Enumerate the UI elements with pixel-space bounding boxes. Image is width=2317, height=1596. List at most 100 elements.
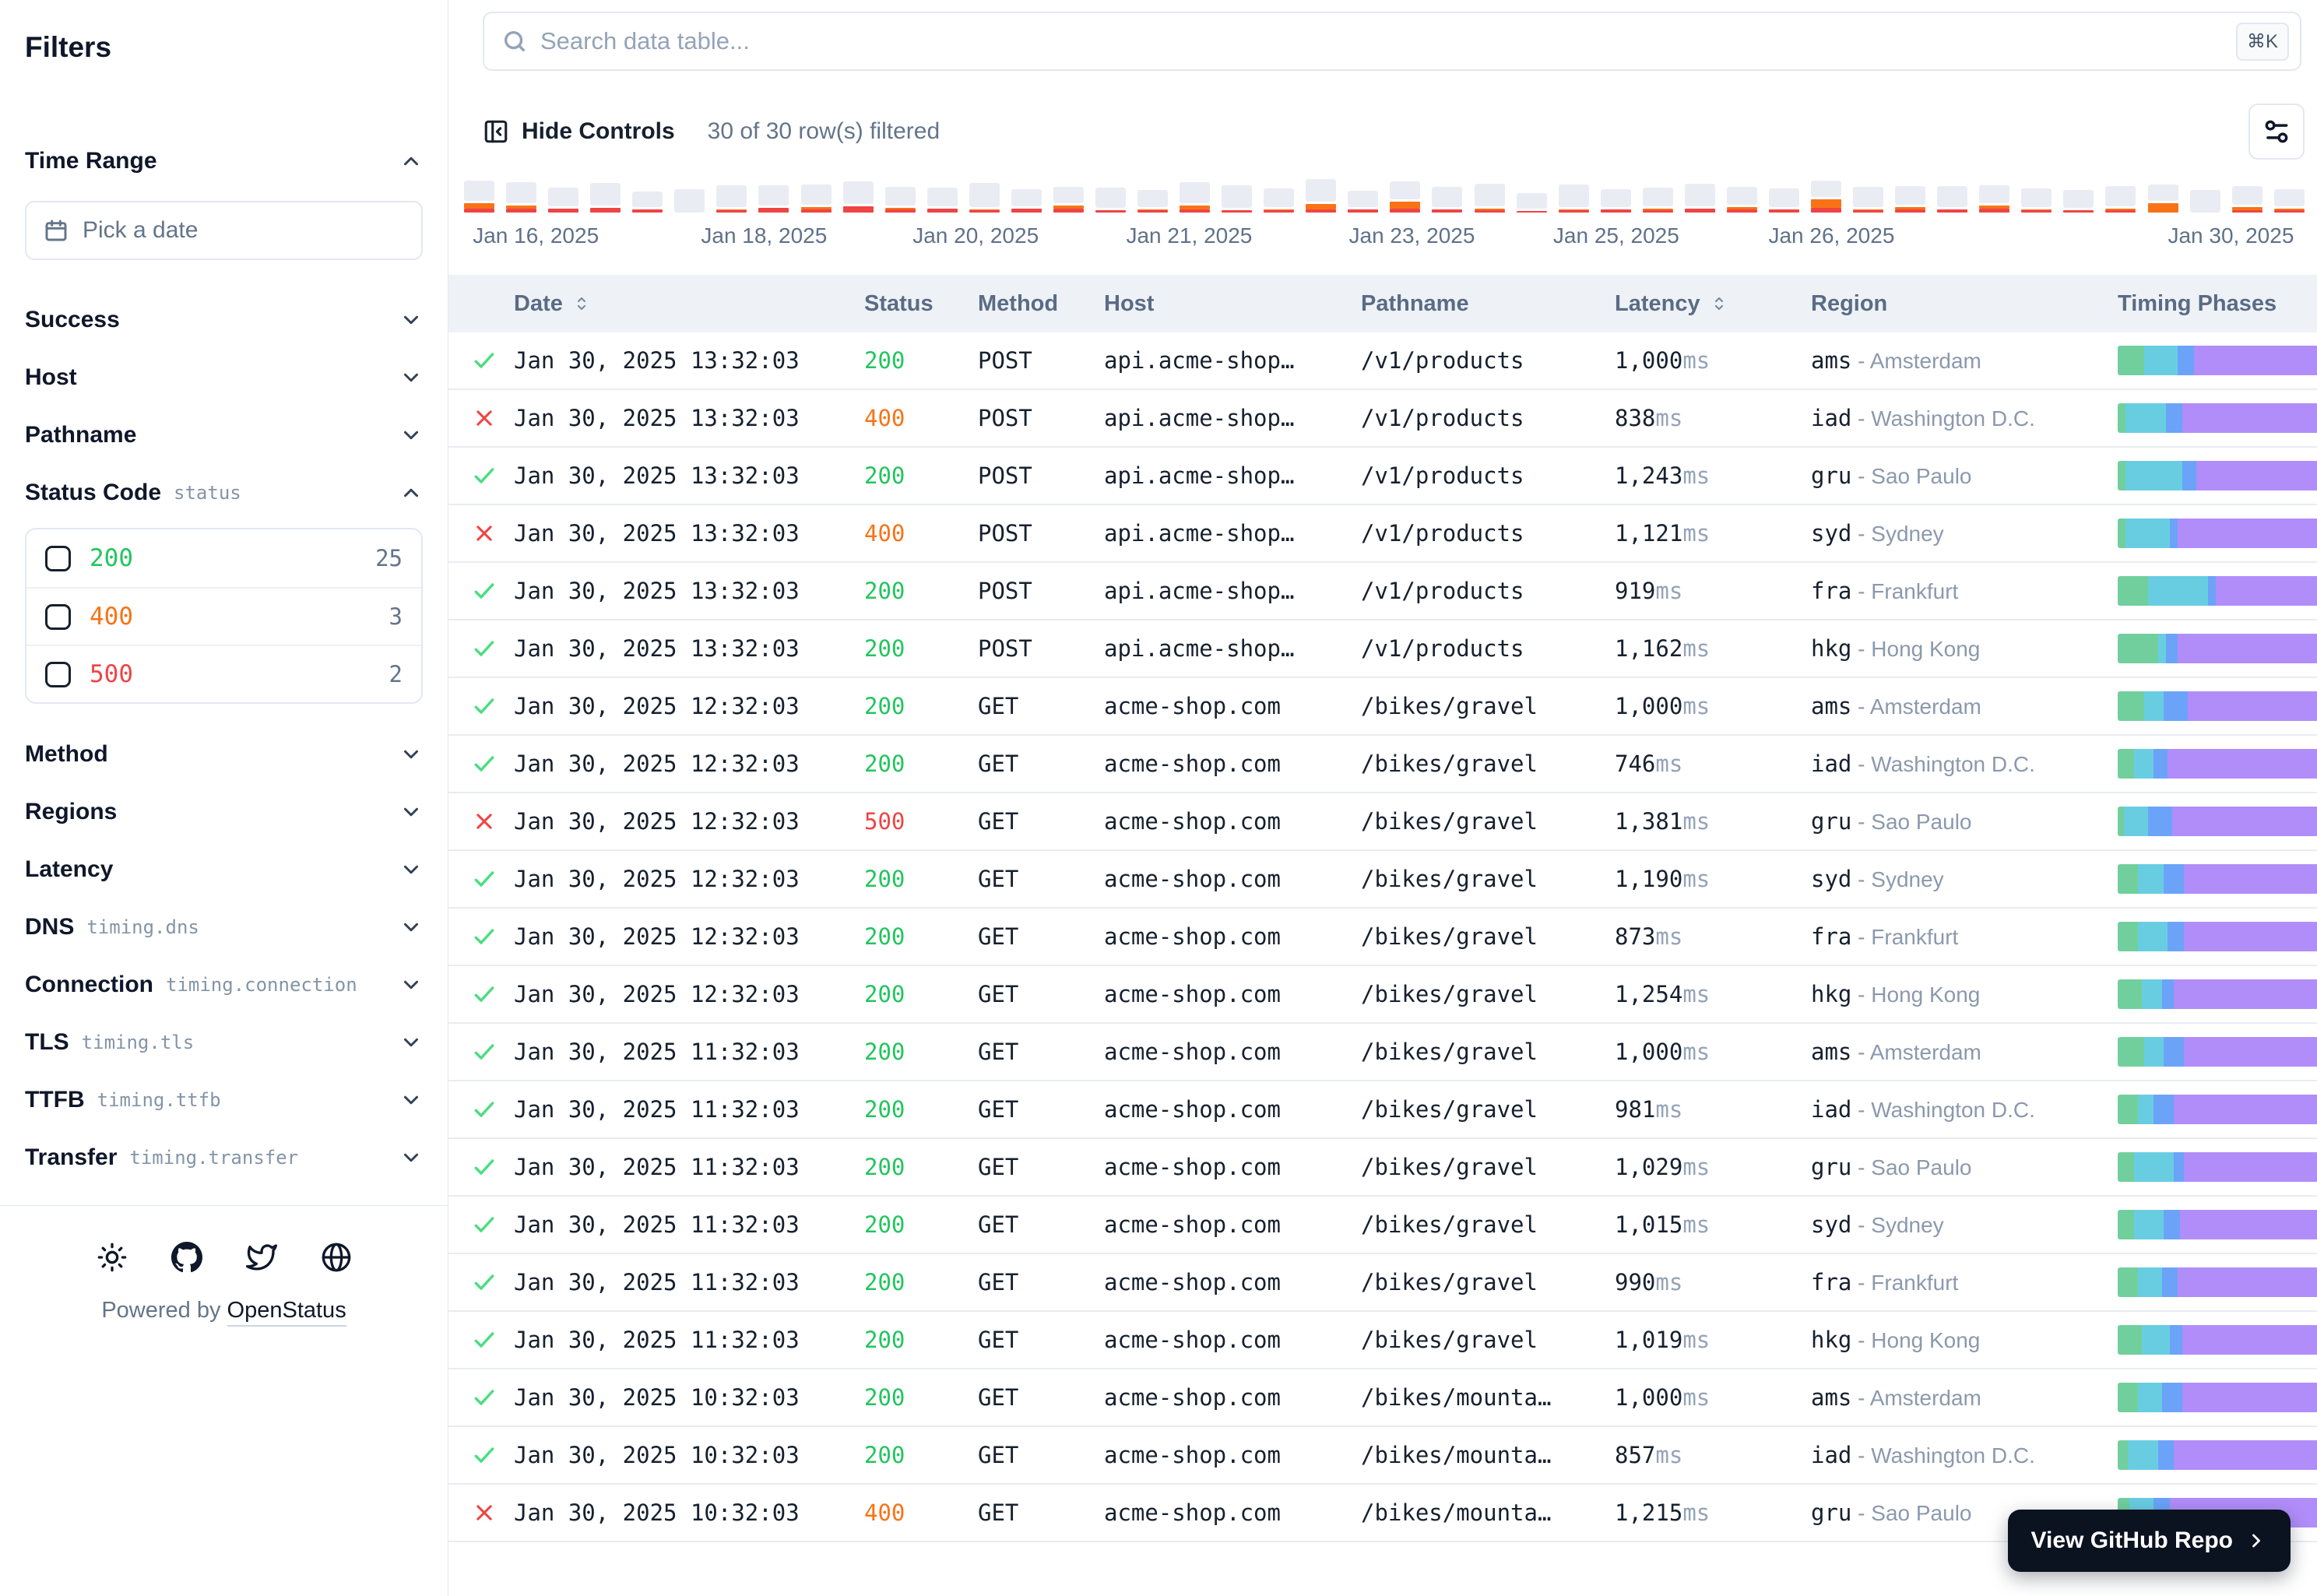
table-row[interactable]: Jan 30, 2025 10:32:03 200 GET acme-shop.…	[448, 1369, 2317, 1427]
website-link[interactable]	[319, 1240, 353, 1274]
twitter-link[interactable]	[244, 1240, 279, 1274]
column-header-latency[interactable]: Latency	[1602, 291, 1798, 317]
bar-error-segment	[758, 208, 789, 213]
timeline-bar[interactable]	[1811, 181, 1841, 213]
filter-section-success[interactable]: Success	[25, 291, 423, 349]
timeline-bar[interactable]	[1643, 188, 1673, 213]
timeline-bar[interactable]	[1137, 190, 1168, 213]
table-row[interactable]: Jan 30, 2025 12:32:03 500 GET acme-shop.…	[448, 793, 2317, 851]
timeline-bar[interactable]	[1895, 186, 1925, 213]
timeline-bar[interactable]	[1517, 193, 1547, 213]
bar-total-segment	[1811, 181, 1841, 197]
filter-section-status-code[interactable]: Status Code status	[25, 464, 423, 522]
checkbox[interactable]	[45, 604, 71, 630]
table-row[interactable]: Jan 30, 2025 11:32:03 200 GET acme-shop.…	[448, 1197, 2317, 1254]
timeline-bar[interactable]	[969, 183, 1000, 213]
table-row[interactable]: Jan 30, 2025 12:32:03 200 GET acme-shop.…	[448, 966, 2317, 1024]
github-button-label: View GitHub Repo	[2031, 1527, 2233, 1554]
timeline-bar[interactable]	[2274, 189, 2305, 213]
timeline-bar[interactable]	[1937, 186, 1967, 213]
timeline-bar[interactable]	[716, 185, 747, 213]
timeline-bar[interactable]	[1264, 188, 1294, 213]
timeline-bar[interactable]	[1053, 187, 1084, 213]
table-row[interactable]: Jan 30, 2025 13:32:03 200 POST api.acme-…	[448, 563, 2317, 620]
timeline-bar[interactable]	[1432, 187, 1462, 213]
search-input[interactable]	[540, 27, 2224, 55]
timeline-bar[interactable]	[632, 192, 663, 213]
filter-section-host[interactable]: Host	[25, 349, 423, 406]
theme-toggle-button[interactable]	[95, 1240, 129, 1274]
status-option-500[interactable]: 500 2	[26, 645, 421, 702]
timeline-bar[interactable]	[464, 181, 494, 213]
filter-section-transfer[interactable]: Transfer timing.transfer	[25, 1129, 423, 1186]
timeline-bar[interactable]	[1011, 189, 1042, 213]
table-row[interactable]: Jan 30, 2025 13:32:03 400 POST api.acme-…	[448, 390, 2317, 448]
table-row[interactable]: Jan 30, 2025 12:32:03 200 GET acme-shop.…	[448, 736, 2317, 793]
timeline-bar[interactable]	[2190, 190, 2220, 213]
filter-section-method[interactable]: Method	[25, 726, 423, 783]
timeline-bar[interactable]	[590, 183, 621, 213]
table-row[interactable]: Jan 30, 2025 11:32:03 200 GET acme-shop.…	[448, 1312, 2317, 1369]
timeline-bar[interactable]	[1727, 187, 1757, 213]
timeline-bar[interactable]	[2148, 185, 2178, 213]
timeline-bar[interactable]	[2232, 186, 2263, 213]
success-check-icon	[472, 1155, 497, 1179]
table-row[interactable]: Jan 30, 2025 13:32:03 400 POST api.acme-…	[448, 505, 2317, 563]
timeline-bar[interactable]	[1685, 184, 1715, 213]
timeline-bar[interactable]	[758, 185, 789, 213]
hide-controls-button[interactable]: Hide Controls	[483, 118, 675, 145]
timeline-bar[interactable]	[2021, 188, 2052, 213]
timeline-bar[interactable]	[927, 188, 958, 213]
timeline-chart[interactable]: Jan 16, 2025Jan 18, 2025Jan 20, 2025Jan …	[448, 160, 2317, 255]
timeline-bar[interactable]	[1559, 185, 1589, 213]
timeline-bar[interactable]	[1390, 181, 1420, 213]
timeline-bar[interactable]	[2105, 186, 2136, 213]
date-picker-button[interactable]: Pick a date	[25, 201, 423, 260]
timeline-bar[interactable]	[1475, 184, 1505, 213]
filter-section-time-range[interactable]: Time Range	[25, 132, 423, 190]
status-option-400[interactable]: 400 3	[26, 587, 421, 645]
timeline-bar[interactable]	[801, 185, 832, 213]
column-header-date[interactable]: Date	[501, 291, 852, 317]
timeline-bar[interactable]	[1853, 187, 1883, 213]
timeline-bar[interactable]	[1222, 185, 1252, 213]
filter-section-latency[interactable]: Latency	[25, 841, 423, 898]
timeline-bar[interactable]	[1769, 188, 1799, 213]
checkbox[interactable]	[45, 546, 71, 571]
filter-section-pathname[interactable]: Pathname	[25, 406, 423, 464]
table-row[interactable]: Jan 30, 2025 13:32:03 200 POST api.acme-…	[448, 620, 2317, 678]
timeline-bar[interactable]	[506, 182, 536, 213]
timeline-bar[interactable]	[1095, 188, 1126, 213]
timeline-bar[interactable]	[1348, 191, 1378, 213]
filter-section-regions[interactable]: Regions	[25, 783, 423, 841]
table-row[interactable]: Jan 30, 2025 11:32:03 200 GET acme-shop.…	[448, 1024, 2317, 1081]
filter-section-ttfb[interactable]: TTFB timing.ttfb	[25, 1071, 423, 1129]
filter-section-tls[interactable]: TLS timing.tls	[25, 1014, 423, 1071]
table-row[interactable]: Jan 30, 2025 11:32:03 200 GET acme-shop.…	[448, 1081, 2317, 1139]
table-row[interactable]: Jan 30, 2025 10:32:03 200 GET acme-shop.…	[448, 1427, 2317, 1485]
view-options-button[interactable]	[2248, 104, 2305, 160]
timeline-bar[interactable]	[885, 187, 916, 213]
table-row[interactable]: Jan 30, 2025 12:32:03 200 GET acme-shop.…	[448, 678, 2317, 736]
table-row[interactable]: Jan 30, 2025 11:32:03 200 GET acme-shop.…	[448, 1139, 2317, 1197]
view-github-repo-button[interactable]: View GitHub Repo	[2008, 1510, 2291, 1572]
github-link[interactable]	[170, 1240, 204, 1274]
timeline-bar[interactable]	[2063, 190, 2094, 213]
table-row[interactable]: Jan 30, 2025 12:32:03 200 GET acme-shop.…	[448, 851, 2317, 909]
filter-section-dns[interactable]: DNS timing.dns	[25, 898, 423, 956]
timeline-bar[interactable]	[843, 181, 874, 213]
table-row[interactable]: Jan 30, 2025 13:32:03 200 POST api.acme-…	[448, 448, 2317, 505]
timeline-bar[interactable]	[1306, 179, 1336, 213]
openstatus-link[interactable]: OpenStatus	[227, 1298, 346, 1327]
status-option-200[interactable]: 200 25	[26, 529, 421, 587]
table-row[interactable]: Jan 30, 2025 13:32:03 200 POST api.acme-…	[448, 332, 2317, 390]
timeline-bar[interactable]	[1180, 182, 1210, 213]
table-row[interactable]: Jan 30, 2025 11:32:03 200 GET acme-shop.…	[448, 1254, 2317, 1312]
timeline-bar[interactable]	[674, 189, 705, 213]
filter-section-connection[interactable]: Connection timing.connection	[25, 956, 423, 1014]
checkbox[interactable]	[45, 662, 71, 687]
table-row[interactable]: Jan 30, 2025 12:32:03 200 GET acme-shop.…	[448, 909, 2317, 966]
timeline-bar[interactable]	[548, 188, 578, 213]
timeline-bar[interactable]	[1979, 185, 2009, 213]
timeline-bar[interactable]	[1601, 189, 1631, 213]
